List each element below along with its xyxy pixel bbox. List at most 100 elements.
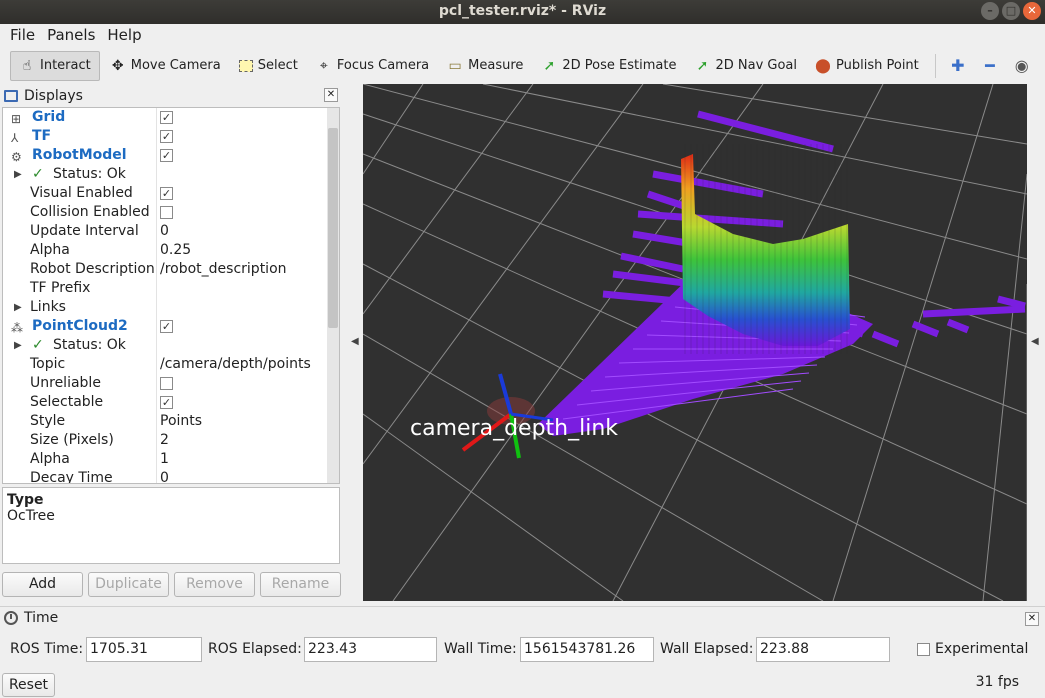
- display-item[interactable]: ⅄ TF ✓: [3, 127, 339, 146]
- row-checkbox[interactable]: ✓: [160, 111, 173, 124]
- display-item[interactable]: ⁂ PointCloud2 ✓: [3, 317, 339, 336]
- expand-arrow-icon[interactable]: ▶: [14, 298, 22, 317]
- property-row[interactable]: Topic/camera/depth/points: [3, 355, 339, 374]
- row-value[interactable]: 0: [160, 222, 169, 241]
- property-row[interactable]: Style Points: [3, 412, 339, 431]
- row-checkbox[interactable]: [160, 206, 173, 219]
- status-ok-check-icon: ✓: [32, 337, 44, 353]
- select-tool[interactable]: Select: [231, 51, 306, 81]
- render-3d-view[interactable]: camera_depth_link: [363, 84, 1027, 601]
- remove-button[interactable]: Remove: [174, 572, 255, 597]
- maximize-icon[interactable]: □: [1002, 2, 1020, 20]
- grid-line: [662, 84, 1027, 145]
- row-checkbox[interactable]: ✓: [160, 187, 173, 200]
- property-row[interactable]: Robot Description/robot_description: [3, 260, 339, 279]
- column-divider: [156, 260, 157, 279]
- rename-button[interactable]: Rename: [260, 572, 341, 597]
- column-divider: [156, 431, 157, 450]
- nav-goal-tool[interactable]: ➚ 2D Nav Goal: [686, 51, 805, 81]
- time-header: Time: [0, 607, 1045, 629]
- row-label: Style: [30, 413, 66, 429]
- menu-file[interactable]: File: [4, 26, 41, 44]
- help-title: Type: [7, 492, 44, 508]
- property-row[interactable]: Unreliable: [3, 374, 339, 393]
- measure-label: Measure: [468, 58, 524, 73]
- row-checkbox[interactable]: [160, 377, 173, 390]
- property-row[interactable]: Visual Enabled ✓: [3, 184, 339, 203]
- column-divider: [156, 184, 157, 203]
- row-label: Status: Ok: [53, 337, 126, 353]
- row-value[interactable]: 2: [160, 431, 169, 450]
- close-icon[interactable]: ✕: [1023, 2, 1041, 20]
- focus-camera-tool[interactable]: ⌖ Focus Camera: [308, 51, 437, 81]
- property-row[interactable]: ▶ ✓ Status: Ok: [3, 165, 339, 184]
- row-checkbox[interactable]: ✓: [160, 320, 173, 333]
- displays-tree[interactable]: ⊞ Grid ✓ ⅄ TF ✓ ⚙ RobotModel ✓ ▶ ✓ Status: Ok Visua…: [2, 107, 340, 484]
- row-label: Grid: [32, 109, 66, 125]
- row-value[interactable]: /robot_description: [160, 260, 287, 279]
- menu-panels[interactable]: Panels: [41, 26, 101, 44]
- ros-elapsed-field[interactable]: 223.43: [304, 637, 437, 662]
- left-splitter-arrow-icon[interactable]: ◀: [351, 336, 359, 347]
- measure-tool[interactable]: ▭ Measure: [439, 51, 531, 81]
- right-splitter-arrow-icon[interactable]: ◀: [1031, 336, 1039, 347]
- column-divider: [156, 298, 157, 317]
- property-row[interactable]: Decay Time 0: [3, 469, 339, 483]
- nav-goal-label: 2D Nav Goal: [715, 58, 798, 73]
- row-label: Unreliable: [30, 375, 101, 391]
- ros-time-field[interactable]: 1705.31: [86, 637, 202, 662]
- status-ok-check-icon: ✓: [32, 166, 44, 182]
- property-row[interactable]: Collision Enabled: [3, 203, 339, 222]
- property-row[interactable]: Alpha 1: [3, 450, 339, 469]
- row-value[interactable]: 0: [160, 469, 169, 483]
- property-row[interactable]: Update Interval 0: [3, 222, 339, 241]
- property-row[interactable]: Size (Pixels) 2: [3, 431, 339, 450]
- expand-arrow-icon[interactable]: ▶: [14, 165, 22, 184]
- column-divider: [156, 355, 157, 374]
- fps-readout: 31 fps: [975, 674, 1019, 690]
- add-button[interactable]: Add: [2, 572, 83, 597]
- property-row[interactable]: TF Prefix: [3, 279, 339, 298]
- wall-time-label: Wall Time:: [444, 641, 517, 657]
- interact-tool[interactable]: ☝ Interact: [10, 50, 100, 81]
- experimental-checkbox[interactable]: [917, 643, 930, 656]
- wall-time-field[interactable]: 1561543781.26: [520, 637, 654, 662]
- row-label: TF Prefix: [30, 280, 91, 296]
- toolbar-separator: [934, 53, 936, 78]
- rviz-window: pcl_tester.rviz* - RViz – □ ✕ File Panel…: [0, 0, 1045, 698]
- eye-icon[interactable]: ◉: [1011, 56, 1033, 75]
- property-row[interactable]: Alpha 0.25: [3, 241, 339, 260]
- expand-arrow-icon[interactable]: ▶: [14, 336, 22, 355]
- row-value[interactable]: 0.25: [160, 241, 191, 260]
- displays-close-icon[interactable]: ✕: [324, 88, 338, 102]
- property-row[interactable]: Selectable ✓: [3, 393, 339, 412]
- time-close-icon[interactable]: ✕: [1025, 612, 1039, 626]
- wall-elapsed-field[interactable]: 223.88: [756, 637, 890, 662]
- display-item[interactable]: ⚙ RobotModel ✓: [3, 146, 339, 165]
- row-checkbox[interactable]: ✓: [160, 130, 173, 143]
- property-row[interactable]: ▶ ✓ Status: Ok: [3, 336, 339, 355]
- column-divider: [156, 469, 157, 483]
- row-value[interactable]: Points: [160, 412, 202, 431]
- add-tool-icon[interactable]: ✚: [947, 56, 969, 75]
- focus-icon: ⌖: [319, 57, 328, 74]
- row-checkbox[interactable]: ✓: [160, 149, 173, 162]
- display-item[interactable]: ⊞ Grid ✓: [3, 108, 339, 127]
- render-scene: camera_depth_link: [363, 84, 1027, 601]
- move-camera-tool[interactable]: ✥ Move Camera: [102, 51, 229, 81]
- grid-line: [982, 173, 1027, 601]
- menu-help[interactable]: Help: [101, 26, 147, 44]
- row-value[interactable]: /camera/depth/points: [160, 355, 311, 374]
- row-label: Update Interval: [30, 223, 139, 239]
- remove-tool-icon[interactable]: ━: [979, 56, 1001, 75]
- pose-estimate-tool[interactable]: ➚ 2D Pose Estimate: [533, 51, 684, 81]
- reset-button[interactable]: Reset: [2, 673, 55, 697]
- minimize-icon[interactable]: –: [981, 2, 999, 20]
- row-checkbox[interactable]: ✓: [160, 396, 173, 409]
- row-value[interactable]: 1: [160, 450, 169, 469]
- point-stripe: [652, 170, 764, 198]
- grid-line: [363, 84, 534, 315]
- duplicate-button[interactable]: Duplicate: [88, 572, 169, 597]
- publish-point-tool[interactable]: ⬤ Publish Point: [807, 51, 927, 81]
- property-row[interactable]: ▶ Links: [3, 298, 339, 317]
